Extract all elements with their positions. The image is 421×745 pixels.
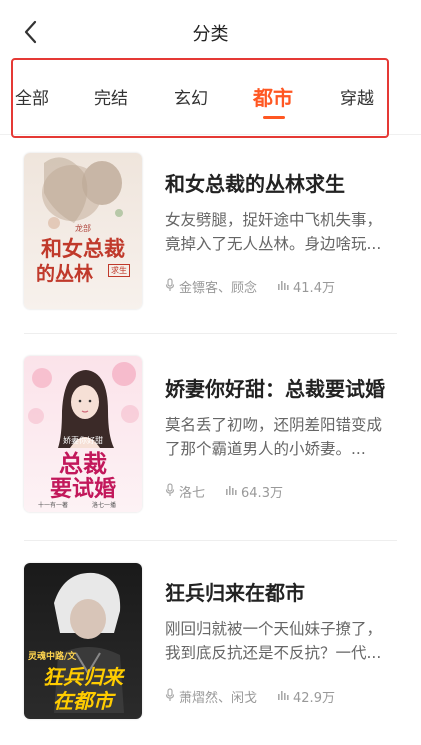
book-description: 女友劈腿，捉奸途中飞机失事， 竟掉入了无人丛林。身边啥玩...: [165, 208, 397, 256]
book-listen-count: 41.4万: [293, 281, 335, 296]
tabs-fade: [404, 76, 421, 116]
book-authors: 洛七: [179, 486, 206, 501]
description-line: 了那个霸道男人的小娇妻。...: [165, 440, 366, 458]
book-description: 莫名丢了初吻，还阴差阳错变成 了那个霸道男人的小娇妻。...: [165, 413, 397, 461]
cover-text: 洛七一播: [92, 502, 117, 509]
book-listen-count: 64.3万: [241, 486, 283, 501]
category-tabs: 全部 完结 玄幻 都市 穿越: [0, 62, 421, 135]
book-item-1[interactable]: 龙部 和女总裁 的丛林 求生 和女总裁的丛林求生 女友劈腿，捉奸途中飞机失事， …: [0, 151, 421, 335]
microphone-icon: [165, 482, 175, 501]
book-title: 和女总裁的丛林求生: [165, 172, 345, 196]
divider: [24, 333, 397, 334]
description-line: 竟掉入了无人丛林。身边啥玩...: [165, 235, 382, 253]
play-count-icon: [225, 484, 237, 500]
page-title: 分类: [192, 24, 229, 45]
book-meta: 金镖客、顾念 41.4万: [165, 277, 335, 296]
book-cover-1: 龙部 和女总裁 的丛林 求生: [24, 153, 142, 309]
cover-text: 的丛林: [36, 263, 94, 285]
tab-all[interactable]: 全部: [15, 84, 49, 109]
book-description: 刚回归就被一个天仙妹子撩了， 我到底反抗还是不反抗？一代...: [165, 617, 397, 665]
tab-urban[interactable]: 都市: [253, 82, 293, 111]
book-listen-count: 42.9万: [293, 691, 335, 706]
cover-text: 在都市: [53, 689, 113, 713]
tab-time-travel[interactable]: 穿越: [340, 84, 374, 109]
active-tab-indicator: [263, 116, 285, 119]
description-line: 刚回归就被一个天仙妹子撩了，: [165, 620, 383, 638]
cover-text: 十一有一著: [38, 502, 69, 509]
book-cover-2: 娇妻你好甜 总裁 要试婚 十一有一著 洛七一播: [24, 356, 142, 512]
cover-text: 求生: [108, 264, 130, 277]
description-line: 莫名丢了初吻，还阴差阳错变成: [165, 416, 383, 434]
book-title: 狂兵归来在都市: [165, 581, 305, 605]
book-item-3[interactable]: 灵魂中路/文 狂兵归来 在都市 狂兵归来在都市 刚回归就被一个天仙妹子撩了， 我…: [0, 561, 421, 745]
tab-completed[interactable]: 完结: [94, 84, 128, 109]
book-title: 娇妻你好甜：总裁要试婚: [165, 377, 385, 401]
book-authors: 金镖客、顾念: [179, 281, 258, 296]
book-item-2[interactable]: 娇妻你好甜 总裁 要试婚 十一有一著 洛七一播 娇妻你好甜：总裁要试婚 莫名丢了…: [0, 356, 421, 540]
play-count-icon: [277, 689, 289, 705]
book-cover-3: 灵魂中路/文 狂兵归来 在都市: [24, 563, 142, 719]
tab-fantasy[interactable]: 玄幻: [174, 84, 208, 109]
book-meta: 洛七 64.3万: [165, 482, 283, 501]
book-meta: 萧熠然、闲戈 42.9万: [165, 687, 335, 706]
divider: [24, 540, 397, 541]
microphone-icon: [165, 687, 175, 706]
play-count-icon: [277, 279, 289, 295]
header: 分类: [0, 0, 421, 62]
description-line: 我到底反抗还是不反抗？一代...: [165, 644, 382, 662]
cover-text: 要试婚: [49, 476, 116, 502]
book-authors: 萧熠然、闲戈: [179, 691, 258, 706]
description-line: 女友劈腿，捉奸途中飞机失事，: [165, 211, 383, 229]
microphone-icon: [165, 277, 175, 296]
